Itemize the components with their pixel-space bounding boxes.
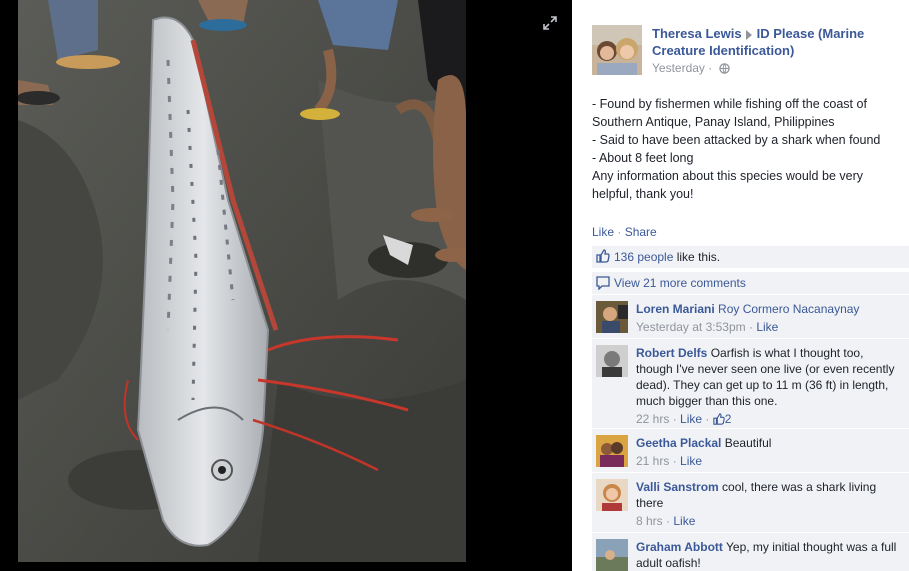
comment-like-link[interactable]: Like: [680, 454, 702, 468]
like-link[interactable]: Like: [592, 225, 614, 239]
comment-time[interactable]: 22 hrs: [636, 412, 669, 426]
commenter-avatar[interactable]: [596, 301, 628, 333]
commenter-avatar[interactable]: [596, 539, 628, 571]
tagged-user[interactable]: Roy Cormero Nacanaynay: [718, 302, 859, 316]
separator: ·: [617, 225, 622, 239]
post-body: - Found by fishermen while fishing off t…: [592, 95, 902, 203]
post-time[interactable]: Yesterday: [652, 61, 705, 75]
comment-bubble-icon: [596, 276, 610, 290]
comment-time[interactable]: Yesterday at 3:53pm: [636, 320, 746, 334]
commenter-avatar[interactable]: [596, 479, 628, 511]
comment-like-link[interactable]: Like: [680, 412, 702, 426]
likes-summary: 136 people like this.: [592, 246, 909, 268]
commenter-avatar[interactable]: [596, 345, 628, 377]
thumbs-up-icon: [596, 249, 610, 263]
expand-icon[interactable]: [543, 16, 557, 30]
post-header: Theresa Lewis ID Please (Marine Creature …: [652, 25, 902, 59]
comment-item: Graham Abbott Yep, my initial thought wa…: [592, 532, 909, 571]
view-more-comments-label[interactable]: View 21 more comments: [614, 276, 746, 290]
arrow-right-icon: [745, 29, 752, 40]
comment-time[interactable]: 21 hrs: [636, 454, 669, 468]
thumbs-up-icon: [713, 413, 725, 425]
comment-text: Beautiful: [724, 436, 772, 450]
post-line: Any information about this species would…: [592, 169, 863, 201]
comment-item: Geetha Plackal Beautiful 21 hrs · Like: [592, 428, 909, 473]
commenter-avatar[interactable]: [596, 435, 628, 467]
post-panel: Theresa Lewis ID Please (Marine Creature …: [572, 0, 909, 571]
author-name[interactable]: Theresa Lewis: [652, 26, 742, 41]
comment-like-link[interactable]: Like: [673, 514, 695, 528]
comment-item: Robert Delfs Oarfish is what I thought t…: [592, 338, 909, 429]
comment-time[interactable]: 8 hrs: [636, 514, 663, 528]
commenter-name[interactable]: Graham Abbott: [636, 540, 723, 554]
post-line: - About 8 feet long: [592, 151, 694, 165]
post-line: - Found by fishermen while fishing off t…: [592, 97, 867, 129]
view-more-comments[interactable]: View 21 more comments: [592, 271, 909, 294]
post-meta: Yesterday ·: [652, 61, 730, 75]
comment-like-link[interactable]: Like: [756, 320, 778, 334]
post-line: - Said to have been attacked by a shark …: [592, 133, 881, 147]
post-actions: Like · Share: [592, 225, 657, 239]
commenter-name[interactable]: Loren Mariani: [636, 302, 715, 316]
commenter-name[interactable]: Robert Delfs: [636, 346, 707, 360]
comment-item: Valli Sanstrom cool, there was a shark l…: [592, 472, 909, 533]
oarfish-photo[interactable]: [18, 0, 466, 562]
author-avatar[interactable]: [592, 25, 642, 75]
commenter-name[interactable]: Valli Sanstrom: [636, 480, 719, 494]
likes-suffix: like this.: [673, 250, 721, 264]
share-link[interactable]: Share: [625, 225, 657, 239]
globe-icon: [718, 63, 730, 74]
comment-item: Loren Mariani Roy Cormero Nacanaynay Yes…: [592, 294, 909, 339]
likes-count-link[interactable]: 136 people: [614, 250, 673, 264]
reaction-count[interactable]: 2: [725, 412, 732, 426]
photo-stage: [0, 0, 570, 571]
commenter-name[interactable]: Geetha Plackal: [636, 436, 721, 450]
